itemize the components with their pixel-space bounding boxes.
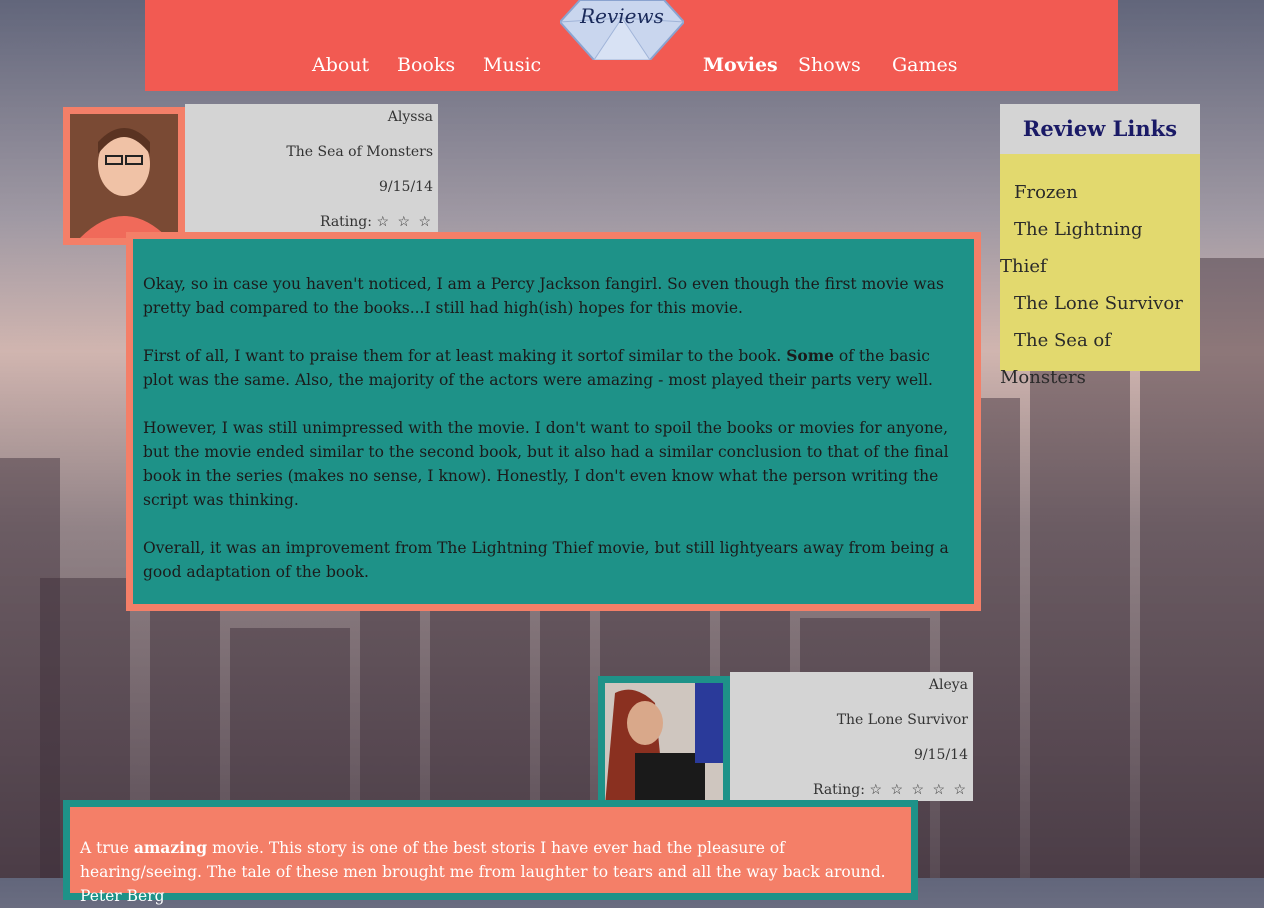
review-body-alyssa: Okay, so in case you haven't noticed, I …: [126, 232, 981, 611]
review-paragraph: However, I was still unimpressed with th…: [143, 419, 949, 509]
site-header: Reviews About Books Music Movies Shows G…: [145, 0, 1118, 91]
sidebar-link-sea-of-monsters[interactable]: The Sea of Monsters: [1000, 322, 1200, 396]
nav-games[interactable]: Games: [892, 54, 958, 76]
review-date: 9/15/14: [379, 179, 433, 195]
nav-music[interactable]: Music: [483, 54, 541, 76]
sidebar-link-lightning-thief[interactable]: The Lightning Thief: [1000, 211, 1200, 285]
sidebar-links: Frozen The Lightning Thief The Lone Surv…: [1000, 154, 1200, 388]
nav-shows[interactable]: Shows: [798, 54, 861, 76]
review-info-alyssa: Alyssa The Sea of Monsters 9/15/14 Ratin…: [185, 104, 438, 233]
review-info-aleya: Aleya The Lone Survivor 9/15/14 Rating: …: [730, 672, 973, 801]
review-date: 9/15/14: [914, 747, 968, 763]
review-title: The Sea of Monsters: [286, 144, 433, 160]
logo-text: Reviews: [580, 4, 664, 28]
review-paragraph: Overall, it was an improvement from The …: [143, 539, 949, 581]
review-body-aleya: A true amazing movie. This story is one …: [63, 800, 918, 905]
review-paragraph: Okay, so in case you haven't noticed, I …: [143, 275, 944, 317]
sidebar-link-lone-survivor[interactable]: The Lone Survivor: [1000, 285, 1200, 322]
star-rating-icon: ☆ ☆ ☆: [376, 214, 433, 230]
sidebar-link-frozen[interactable]: Frozen: [1000, 174, 1200, 211]
sidebar-title: Review Links: [1000, 104, 1200, 154]
avatar-frame-aleya: [598, 676, 730, 812]
site-logo[interactable]: Reviews: [558, 0, 686, 61]
avatar-alyssa: [70, 114, 178, 238]
star-rating-icon: ☆ ☆ ☆ ☆ ☆: [869, 782, 968, 798]
nav-movies[interactable]: Movies: [703, 54, 778, 76]
review-author: Aleya: [928, 677, 968, 693]
rating-label: Rating:: [812, 782, 865, 798]
avatar-frame-alyssa: [63, 107, 185, 245]
nav-books[interactable]: Books: [397, 54, 455, 76]
rating-label: Rating:: [319, 214, 372, 230]
review-author: Alyssa: [387, 109, 433, 125]
review-title: The Lone Survivor: [836, 712, 968, 728]
nav-about[interactable]: About: [312, 54, 369, 76]
avatar-aleya: [605, 683, 723, 805]
review-paragraph: First of all, I want to praise them for …: [143, 346, 933, 389]
review-paragraph: A true amazing movie. This story is one …: [80, 838, 886, 905]
review-links-sidebar: Review Links Frozen The Lightning Thief …: [1000, 104, 1200, 388]
